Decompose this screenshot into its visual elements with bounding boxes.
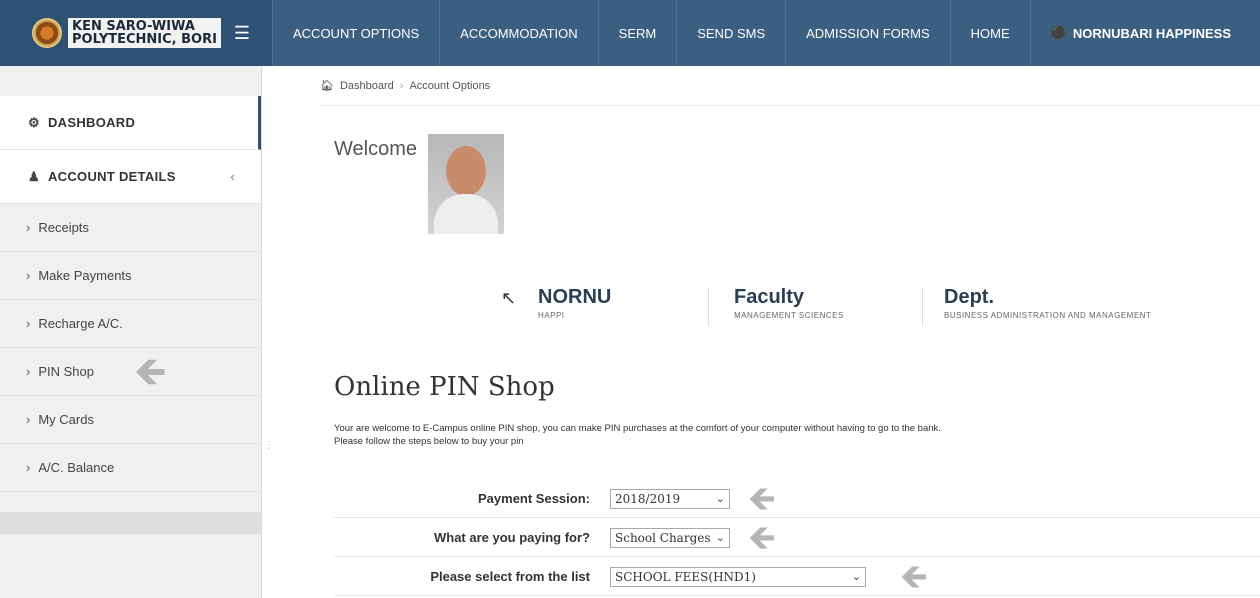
sidebar-account-details-label: ACCOUNT DETAILS bbox=[47, 169, 176, 184]
sidebar-item-my-cards[interactable]: › My Cards bbox=[0, 396, 261, 444]
sidebar-item-account-details[interactable]: ♟ ACCOUNT DETAILS ‹ bbox=[0, 150, 261, 204]
pin-shop-desc-line-1: Your are welcome to E-Campus online PIN … bbox=[334, 423, 941, 434]
paying-for-select[interactable]: School Charges ⌄ bbox=[610, 527, 730, 548]
brand-name: KEN SARO-WIWA POLYTECHNIC, BORI bbox=[68, 18, 221, 48]
chevron-right-icon: › bbox=[26, 412, 31, 427]
nav-user-menu[interactable]: ⚫ NORNUBARI HAPPINESS bbox=[1029, 0, 1251, 66]
sidebar-item-receipts[interactable]: › Receipts bbox=[0, 204, 261, 252]
sidebar: ⚙ DASHBOARD ♟ ACCOUNT DETAILS ‹ › Receip… bbox=[0, 66, 262, 598]
home-icon: 🏠︎ bbox=[320, 80, 334, 92]
fee-list-value: SCHOOL FEES(HND1) bbox=[615, 569, 756, 584]
nav-admission-forms[interactable]: ADMISSION FORMS bbox=[785, 0, 950, 66]
breadcrumb-separator-icon: › bbox=[399, 79, 404, 92]
paying-for-value: School Charges bbox=[615, 530, 711, 545]
welcome-text: Welcome bbox=[334, 138, 417, 160]
top-navbar: KEN SARO-WIWA POLYTECHNIC, BORI ☰ ACCOUN… bbox=[0, 0, 1260, 66]
user-name: NORNUBARI HAPPINESS bbox=[1072, 25, 1232, 41]
dept-value: BUSINESS ADMINISTRATION AND MANAGEMENT bbox=[944, 311, 1152, 320]
dept-block: Dept. BUSINESS ADMINISTRATION AND MANAGE… bbox=[944, 286, 1151, 320]
paying-for-row: What are you paying for? School Charges … bbox=[334, 519, 1260, 557]
breadcrumb-current: Account Options bbox=[409, 79, 491, 92]
sidebar-item-label: PIN Shop bbox=[38, 364, 94, 379]
pin-shop-title: Online PIN Shop bbox=[334, 372, 555, 402]
nav-send-sms[interactable]: SEND SMS bbox=[676, 0, 785, 66]
chevron-right-icon: › bbox=[26, 268, 31, 283]
sidebar-item-make-payments[interactable]: › Make Payments bbox=[0, 252, 261, 300]
breadcrumb: 🏠︎ Dashboard › Account Options bbox=[320, 66, 1260, 106]
user-icon: ♟ bbox=[28, 168, 40, 184]
stat-divider bbox=[708, 288, 709, 326]
chevron-down-icon: ⌄ bbox=[715, 492, 725, 505]
sidebar-dashboard-label: DASHBOARD bbox=[47, 115, 136, 130]
profile-name-sub: HAPPI bbox=[538, 311, 565, 320]
main-content: 🏠︎ Dashboard › Account Options Welcome ↖… bbox=[272, 66, 1260, 598]
photo-face bbox=[446, 146, 486, 196]
pin-shop-desc-line-2: Please follow the steps below to buy you… bbox=[334, 436, 524, 447]
left-arrow-annotation-icon: 🡸 bbox=[748, 518, 776, 557]
menu-toggle-icon[interactable]: ☰ bbox=[234, 24, 250, 42]
select-list-row: Please select from the list SCHOOL FEES(… bbox=[334, 558, 1260, 596]
left-arrow-annotation-icon: 🡸 bbox=[748, 479, 776, 518]
faculty-block: Faculty MANAGEMENT SCIENCES bbox=[734, 286, 844, 320]
nav-accommodation[interactable]: ACCOMMODATION bbox=[439, 0, 597, 66]
nav-home[interactable]: HOME bbox=[949, 0, 1030, 66]
sidebar-item-pin-shop[interactable]: › PIN Shop 🡸 bbox=[0, 348, 261, 396]
brand[interactable]: KEN SARO-WIWA POLYTECHNIC, BORI ☰ bbox=[0, 0, 272, 66]
payment-session-select[interactable]: 2018/2019 ⌄ bbox=[610, 488, 730, 509]
profile-photo bbox=[428, 134, 504, 234]
profile-name-block: NORNU HAPPI bbox=[538, 286, 611, 320]
chevron-left-icon: ‹ bbox=[230, 169, 235, 184]
sidebar-item-label: My Cards bbox=[38, 412, 94, 427]
chevron-right-icon: › bbox=[26, 460, 31, 475]
sidebar-top-spacer bbox=[0, 66, 261, 96]
chevron-down-icon: ⌄ bbox=[851, 570, 861, 583]
sidebar-item-balance[interactable]: › A/C. Balance bbox=[0, 444, 261, 492]
sidebar-item-label: Receipts bbox=[38, 220, 89, 235]
photo-shirt bbox=[434, 194, 498, 234]
payment-session-label: Payment Session: bbox=[478, 491, 590, 506]
sidebar-divider bbox=[0, 512, 261, 534]
nav-account-options[interactable]: ACCOUNT OPTIONS bbox=[272, 0, 439, 66]
dashboard-icon: ⚙ bbox=[28, 114, 40, 130]
payment-session-row: Payment Session: 2018/2019 ⌄ 🡸 bbox=[334, 480, 1260, 518]
fee-list-select[interactable]: SCHOOL FEES(HND1) ⌄ bbox=[610, 566, 866, 587]
sidebar-item-label: A/C. Balance bbox=[38, 460, 115, 475]
paying-for-label: What are you paying for? bbox=[433, 530, 590, 545]
chevron-down-icon: ⌄ bbox=[715, 531, 725, 544]
left-arrow-annotation-icon: 🡸 bbox=[900, 557, 928, 596]
chevron-right-icon: › bbox=[26, 364, 31, 379]
sidebar-item-label: Recharge A/C. bbox=[38, 316, 123, 331]
faculty-value: MANAGEMENT SCIENCES bbox=[734, 311, 844, 320]
chevron-right-icon: › bbox=[26, 316, 31, 331]
school-logo bbox=[32, 18, 62, 48]
sidebar-item-dashboard[interactable]: ⚙ DASHBOARD bbox=[0, 96, 261, 150]
payment-session-value: 2018/2019 bbox=[615, 491, 681, 506]
left-arrow-annotation-icon: 🡸 bbox=[134, 349, 167, 394]
breadcrumb-home[interactable]: Dashboard bbox=[340, 80, 394, 92]
profile-name: NORNU bbox=[538, 286, 612, 308]
main-nav: ACCOUNT OPTIONS ACCOMMODATION SERM SEND … bbox=[272, 0, 1251, 66]
brand-line-2: POLYTECHNIC, BORI bbox=[72, 32, 217, 47]
faculty-label: Faculty bbox=[734, 286, 805, 308]
dept-label: Dept. bbox=[944, 286, 994, 308]
stat-divider bbox=[922, 288, 923, 326]
user-icon: ⚫ bbox=[1050, 25, 1067, 40]
sidebar-item-label: Make Payments bbox=[38, 268, 132, 283]
mouse-cursor-icon: ↖ bbox=[501, 288, 517, 308]
pin-shop-description: Your are welcome to E-Campus online PIN … bbox=[334, 422, 1214, 448]
select-list-label: Please select from the list bbox=[430, 569, 590, 584]
nav-serm[interactable]: SERM bbox=[597, 0, 677, 66]
chevron-right-icon: › bbox=[26, 220, 31, 235]
sidebar-item-recharge[interactable]: › Recharge A/C. bbox=[0, 300, 261, 348]
